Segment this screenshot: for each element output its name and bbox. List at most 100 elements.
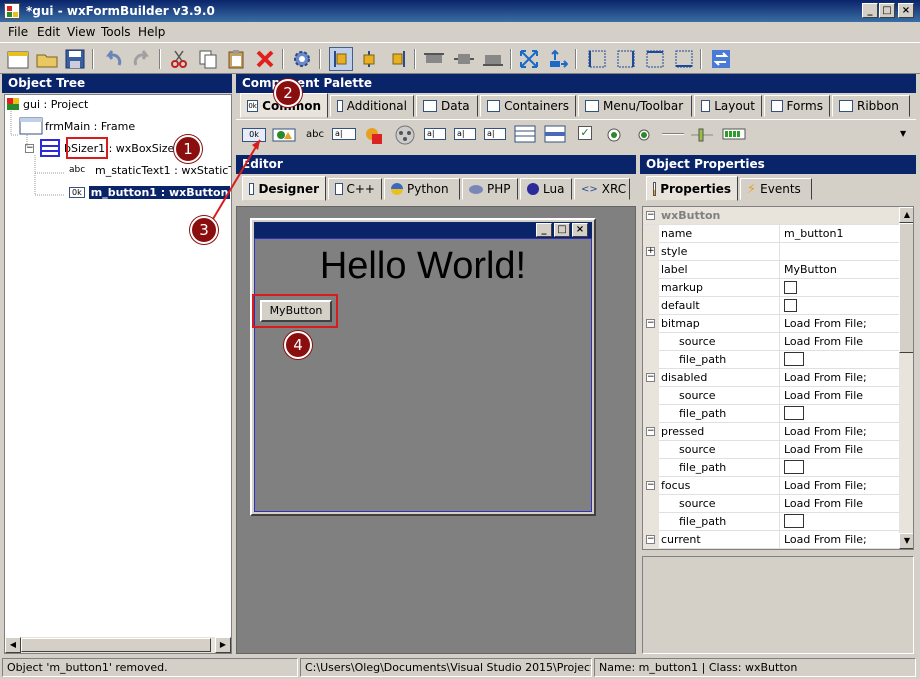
palette-static-bitmap[interactable] — [364, 126, 386, 149]
tab-layout[interactable]: Layout — [694, 95, 762, 117]
close-button[interactable]: × — [898, 3, 914, 18]
property-row[interactable]: source Load From File — [643, 441, 899, 459]
property-value[interactable]: Load From File — [779, 387, 899, 405]
collapse-icon[interactable]: − — [646, 481, 655, 490]
undo-icon[interactable] — [101, 47, 125, 71]
toggle-orientation-icon[interactable] — [709, 47, 733, 71]
palette-list-box[interactable]: a| — [454, 128, 476, 140]
property-row[interactable]: default — [643, 297, 899, 315]
palette-more-icon[interactable]: ▼ — [900, 129, 906, 138]
property-value[interactable] — [779, 513, 899, 531]
palette-combo-box[interactable] — [394, 125, 416, 148]
tab-python[interactable]: Python — [384, 178, 460, 200]
menu-file[interactable]: File — [8, 25, 28, 39]
property-value[interactable] — [779, 279, 899, 297]
property-value[interactable]: Load From File; — [779, 477, 899, 495]
menu-edit[interactable]: Edit — [37, 25, 60, 39]
border-top-icon[interactable] — [643, 47, 667, 71]
palette-slider[interactable] — [690, 126, 714, 147]
designer-frame[interactable]: _ □ × Hello World! MyButton — [250, 218, 596, 516]
delete-icon[interactable] — [253, 47, 277, 71]
palette-button[interactable]: 0k — [242, 128, 266, 142]
redo-icon[interactable] — [130, 47, 154, 71]
file-picker-box[interactable] — [784, 460, 804, 474]
property-row[interactable]: file_path — [643, 351, 899, 369]
property-value[interactable] — [779, 459, 899, 477]
tree-hscrollbar[interactable]: ◀ ▶ — [5, 637, 231, 653]
menu-view[interactable]: View — [67, 25, 95, 39]
palette-list-ctrl[interactable]: a| — [484, 128, 506, 140]
property-row[interactable]: − focus Load From File; — [643, 477, 899, 495]
property-value[interactable]: Load From File; — [779, 315, 899, 333]
palette-check-list-box[interactable] — [514, 125, 536, 146]
file-picker-box[interactable] — [784, 352, 804, 366]
maximize-button[interactable]: □ — [879, 3, 895, 18]
border-left-icon[interactable] — [585, 47, 609, 71]
property-row[interactable]: − disabled Load From File; — [643, 369, 899, 387]
palette-static-text[interactable]: abc — [306, 129, 324, 140]
tab-menu-toolbar[interactable]: Menu/Toolbar — [578, 95, 692, 117]
property-value[interactable] — [779, 405, 899, 423]
property-row[interactable]: − current Load From File; — [643, 531, 899, 549]
property-row[interactable]: + style — [643, 243, 899, 261]
paste-icon[interactable] — [224, 47, 248, 71]
scroll-thumb[interactable] — [899, 223, 913, 353]
collapse-icon[interactable]: − — [646, 211, 655, 220]
property-row[interactable]: name m_button1 — [643, 225, 899, 243]
tab-ribbon[interactable]: Ribbon — [832, 95, 910, 117]
tab-lua[interactable]: Lua — [520, 178, 572, 200]
border-bottom-icon[interactable] — [672, 47, 696, 71]
property-value[interactable]: Load From File; — [779, 423, 899, 441]
property-row[interactable]: file_path — [643, 513, 899, 531]
menu-help[interactable]: Help — [138, 25, 165, 39]
property-value[interactable]: Load From File — [779, 441, 899, 459]
property-row[interactable]: source Load From File — [643, 333, 899, 351]
scroll-up-icon[interactable]: ▲ — [899, 207, 913, 223]
property-row[interactable]: markup — [643, 279, 899, 297]
property-row[interactable]: file_path — [643, 459, 899, 477]
property-value[interactable] — [779, 243, 899, 261]
border-right-icon[interactable] — [614, 47, 638, 71]
expand-icon[interactable] — [517, 47, 541, 71]
property-scrollbar[interactable]: ▲ ▼ — [899, 207, 913, 549]
align-left-icon[interactable] — [329, 47, 353, 71]
tab-php[interactable]: PHP — [462, 178, 518, 200]
collapse-icon[interactable]: − — [646, 427, 655, 436]
collapse-icon[interactable]: − — [646, 535, 655, 544]
property-category[interactable]: − wxButton — [643, 207, 899, 225]
minimize-button[interactable]: _ — [862, 3, 878, 18]
palette-gauge[interactable] — [722, 128, 746, 143]
align-right-icon[interactable] — [386, 47, 410, 71]
generate-code-icon[interactable] — [290, 47, 314, 71]
checkbox[interactable] — [784, 299, 797, 312]
palette-text-ctrl[interactable]: a| — [332, 128, 356, 140]
cut-icon[interactable] — [167, 47, 191, 71]
property-value[interactable]: Load From File; — [779, 369, 899, 387]
copy-icon[interactable] — [196, 47, 220, 71]
tab-properties[interactable]: Properties — [646, 176, 738, 201]
tab-cpp[interactable]: C++ — [328, 178, 382, 200]
tab-designer[interactable]: Designer — [242, 176, 326, 201]
property-value[interactable]: Load From File — [779, 333, 899, 351]
property-value[interactable]: Load From File — [779, 495, 899, 513]
property-row[interactable]: − pressed Load From File; — [643, 423, 899, 441]
property-row[interactable]: label MyButton — [643, 261, 899, 279]
scroll-right-icon[interactable]: ▶ — [215, 637, 231, 653]
property-row[interactable]: file_path — [643, 405, 899, 423]
tab-data[interactable]: Data — [416, 95, 478, 117]
stretch-icon[interactable] — [546, 47, 570, 71]
collapse-icon[interactable]: − — [646, 373, 655, 382]
tab-events[interactable]: ⚡ Events — [740, 178, 812, 200]
palette-radio-button[interactable] — [606, 125, 622, 146]
property-value[interactable] — [779, 297, 899, 315]
property-value[interactable] — [779, 351, 899, 369]
file-picker-box[interactable] — [784, 514, 804, 528]
align-top-icon[interactable] — [422, 47, 446, 71]
tab-xrc[interactable]: <> XRC — [574, 178, 630, 200]
property-value[interactable]: Load From File; — [779, 531, 899, 549]
tab-containers[interactable]: Containers — [480, 95, 576, 117]
palette-toggle[interactable] — [636, 125, 652, 146]
file-picker-box[interactable] — [784, 406, 804, 420]
property-value[interactable]: m_button1 — [779, 225, 899, 243]
scroll-down-icon[interactable]: ▼ — [899, 533, 913, 549]
